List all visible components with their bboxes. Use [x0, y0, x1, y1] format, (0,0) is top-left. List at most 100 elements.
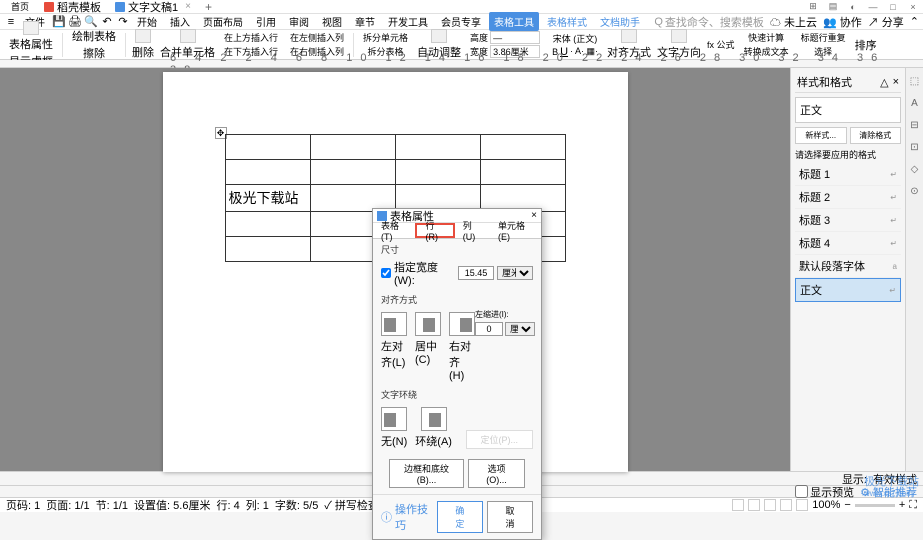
- table-cell[interactable]: [310, 160, 395, 185]
- zoom-value[interactable]: 100%: [812, 499, 840, 511]
- dialog-tab-column[interactable]: 列(U): [455, 223, 490, 238]
- table-cell[interactable]: [225, 212, 310, 237]
- tool-select-icon[interactable]: ⬚: [908, 74, 922, 88]
- status-section[interactable]: 节: 1/1: [96, 497, 128, 513]
- tool-backup-icon[interactable]: ⊙: [908, 184, 922, 198]
- grid-icon[interactable]: ⊞: [807, 1, 819, 13]
- menu-table-style[interactable]: 表格样式: [542, 12, 592, 31]
- style-item-h4[interactable]: 标题 4↵: [795, 232, 901, 255]
- panel-bell-icon[interactable]: △: [880, 76, 888, 89]
- view-mode-1-icon[interactable]: [732, 499, 744, 511]
- ok-button[interactable]: 确定: [437, 501, 483, 533]
- align-right-option[interactable]: 右对齐(H): [449, 312, 475, 382]
- table-cell[interactable]: [480, 135, 565, 160]
- delete-button[interactable]: 删除: [132, 29, 154, 60]
- tab-document[interactable]: 文字文稿1 ×: [109, 1, 197, 13]
- search-area[interactable]: Q 查找命令、搜索模板: [654, 14, 764, 30]
- font-select[interactable]: 宋体 (正文): [553, 32, 598, 45]
- dialog-tab-table[interactable]: 表格(T): [373, 223, 415, 238]
- table-cell[interactable]: [395, 135, 480, 160]
- menu-section[interactable]: 章节: [350, 12, 380, 31]
- table-row[interactable]: [225, 135, 565, 160]
- header-row-button[interactable]: 标题行重复: [801, 31, 846, 44]
- panel-close-icon[interactable]: ×: [893, 76, 899, 89]
- print-icon[interactable]: 🖨: [68, 15, 82, 29]
- table-cell[interactable]: [225, 160, 310, 185]
- options-button[interactable]: 选项(O)...: [468, 459, 525, 488]
- app-icon[interactable]: ▤: [827, 1, 839, 13]
- status-col[interactable]: 列: 1: [246, 497, 269, 513]
- menu-review[interactable]: 审阅: [284, 12, 314, 31]
- cancel-button[interactable]: 取消: [487, 501, 533, 533]
- style-item-h1[interactable]: 标题 1↵: [795, 163, 901, 186]
- menu-table-tools[interactable]: 表格工具: [489, 12, 539, 31]
- tool-shape-icon[interactable]: ◇: [908, 162, 922, 176]
- align-left-option[interactable]: 左对齐(L): [381, 312, 407, 382]
- border-button[interactable]: 边框和底纹(B)...: [389, 459, 464, 488]
- table-cell[interactable]: [310, 135, 395, 160]
- preview-checkbox[interactable]: 显示预览: [795, 484, 854, 500]
- preview-icon[interactable]: 🔍: [84, 15, 98, 29]
- share-button[interactable]: ↗ 分享: [868, 14, 904, 30]
- table-cell[interactable]: [395, 160, 480, 185]
- insert-above-button[interactable]: 在上方插入行: [224, 31, 278, 44]
- undo-icon[interactable]: ↶: [100, 15, 114, 29]
- minimize-icon[interactable]: —: [867, 1, 879, 13]
- dialog-tab-row[interactable]: 行(R): [415, 223, 454, 238]
- current-style[interactable]: 正文: [795, 97, 901, 123]
- table-cell-text[interactable]: 极光下载站: [225, 185, 310, 212]
- style-item-body[interactable]: 正文↵: [795, 278, 901, 302]
- width-unit-select[interactable]: 厘米: [497, 266, 533, 280]
- maximize-icon[interactable]: □: [887, 1, 899, 13]
- status-chars[interactable]: 字数: 5/5: [275, 497, 318, 513]
- tips-link[interactable]: ⓘ 操作技巧: [381, 501, 433, 533]
- table-row[interactable]: [225, 160, 565, 185]
- wrap-none-option[interactable]: 无(N): [381, 407, 407, 449]
- zoom-slider[interactable]: [855, 504, 895, 507]
- indent-unit-select[interactable]: 厘米: [505, 322, 535, 336]
- eraser-button[interactable]: 擦除: [83, 45, 105, 61]
- formula-button[interactable]: fx 公式: [707, 38, 735, 51]
- table-props-button[interactable]: 表格属性: [9, 21, 53, 52]
- status-pages[interactable]: 页面: 1/1: [46, 497, 89, 513]
- table-cell[interactable]: [225, 135, 310, 160]
- menu-more-icon[interactable]: ⌃: [910, 15, 919, 28]
- view-mode-3-icon[interactable]: [764, 499, 776, 511]
- style-item-h2[interactable]: 标题 2↵: [795, 186, 901, 209]
- height-input[interactable]: [490, 31, 540, 44]
- width-value-input[interactable]: [458, 266, 494, 280]
- view-mode-2-icon[interactable]: [748, 499, 760, 511]
- redo-icon[interactable]: ↷: [116, 15, 130, 29]
- view-mode-4-icon[interactable]: [780, 499, 792, 511]
- zoom-in-icon[interactable]: +: [899, 499, 905, 511]
- align-center-option[interactable]: 居中(C): [415, 312, 441, 382]
- collab-button[interactable]: 👥 协作: [823, 14, 862, 30]
- theme-icon[interactable]: ◐: [847, 1, 859, 13]
- width-checkbox[interactable]: [381, 268, 391, 278]
- insert-left-button[interactable]: 在左侧插入列: [290, 31, 344, 44]
- status-pos[interactable]: 设置值: 5.6厘米: [134, 497, 210, 513]
- draw-table-button[interactable]: 绘制表格: [72, 28, 116, 44]
- status-spell[interactable]: ✓ 拼写检查: [324, 497, 379, 513]
- status-page[interactable]: 页码: 1: [6, 497, 40, 513]
- tool-nav-icon[interactable]: ⊟: [908, 118, 922, 132]
- split-cell-button[interactable]: 拆分单元格: [363, 31, 408, 44]
- tool-style-icon[interactable]: A: [908, 96, 922, 110]
- tool-limit-icon[interactable]: ⊡: [908, 140, 922, 154]
- view-mode-5-icon[interactable]: [796, 499, 808, 511]
- zoom-out-icon[interactable]: −: [844, 499, 850, 511]
- new-style-button[interactable]: 新样式...: [795, 127, 847, 144]
- close-icon[interactable]: ×: [907, 1, 919, 13]
- indent-input[interactable]: [475, 322, 503, 336]
- style-item-default[interactable]: 默认段落字体a: [795, 255, 901, 278]
- sort-button[interactable]: 排序: [855, 37, 877, 53]
- wrap-around-option[interactable]: 环绕(A): [415, 407, 452, 449]
- clear-format-button[interactable]: 清除格式: [850, 127, 902, 144]
- style-item-h3[interactable]: 标题 3↵: [795, 209, 901, 232]
- quick-calc-button[interactable]: 快速计算: [748, 31, 784, 44]
- menu-view[interactable]: 视图: [317, 12, 347, 31]
- table-cell[interactable]: [480, 160, 565, 185]
- menu-ref[interactable]: 引用: [251, 12, 281, 31]
- dialog-tab-cell[interactable]: 单元格(E): [490, 223, 541, 238]
- table-cell[interactable]: [225, 237, 310, 262]
